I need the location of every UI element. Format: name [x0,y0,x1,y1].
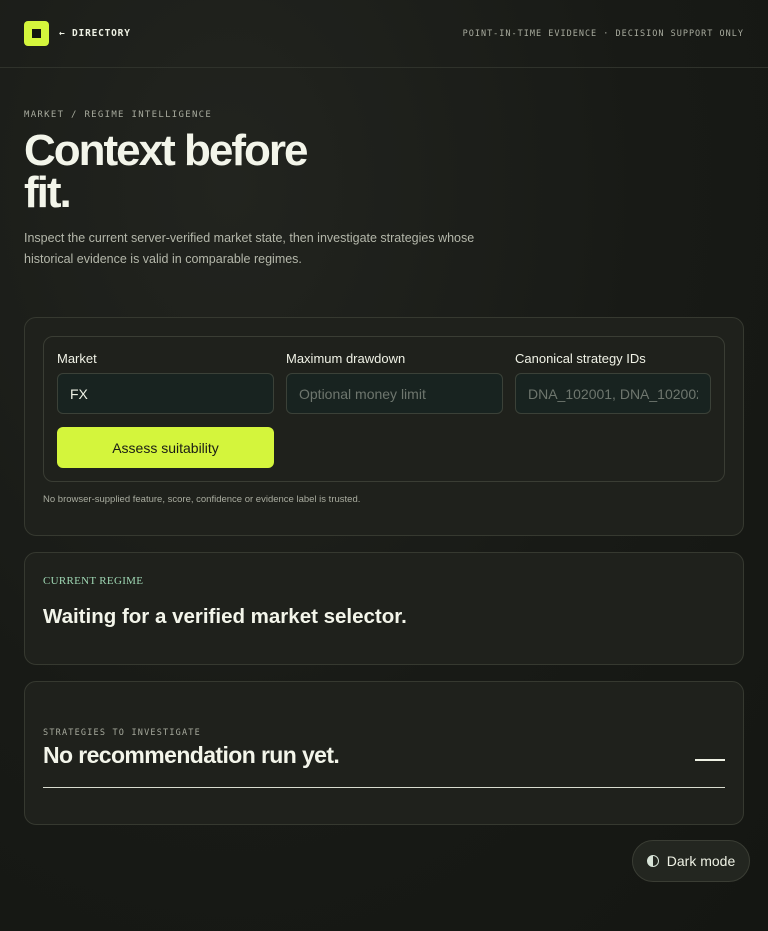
header-tagline: POINT-IN-TIME EVIDENCE · DECISION SUPPOR… [462,28,744,39]
assessment-form-card: Market Maximum drawdown Canonical strate… [24,317,744,536]
drawdown-input[interactable] [286,373,503,414]
trust-note: No browser-supplied feature, score, conf… [43,494,361,505]
directory-link[interactable]: ← DIRECTORY [59,28,131,39]
assessment-form: Market Maximum drawdown Canonical strate… [43,336,725,482]
strategies-status: No recommendation run yet. [43,742,340,768]
regime-status: Waiting for a verified market selector. [43,605,407,628]
breadcrumb: MARKET / REGIME INTELLIGENCE [24,110,213,120]
dark-mode-label: Dark mode [666,853,736,869]
dark-mode-toggle[interactable]: Dark mode [632,840,750,882]
brand: ← DIRECTORY [24,21,131,46]
contrast-icon [646,855,659,867]
current-regime-card: Current regime Waiting for a verified ma… [24,552,744,665]
hero: MARKET / REGIME INTELLIGENCE Context bef… [0,68,768,270]
page-title: Context before fit. [24,126,308,217]
logo-icon[interactable] [24,21,49,46]
assess-suitability-button[interactable]: Assess suitability [57,427,274,468]
divider [43,787,725,788]
strategy-ids-input[interactable] [515,373,711,414]
page-description: Inspect the current server-verified mark… [24,231,475,266]
strategy-ids-label: Canonical strategy IDs [515,351,646,366]
drawdown-label: Maximum drawdown [286,351,406,366]
top-bar: ← DIRECTORY POINT-IN-TIME EVIDENCE · DEC… [0,0,768,68]
empty-value-dash [695,759,725,761]
regime-label: Current regime [43,575,144,587]
market-label: Market [57,351,97,366]
strategies-card: STRATEGIES TO INVESTIGATE No recommendat… [24,681,744,825]
market-input[interactable] [57,373,274,414]
strategies-label: STRATEGIES TO INVESTIGATE [43,728,201,738]
